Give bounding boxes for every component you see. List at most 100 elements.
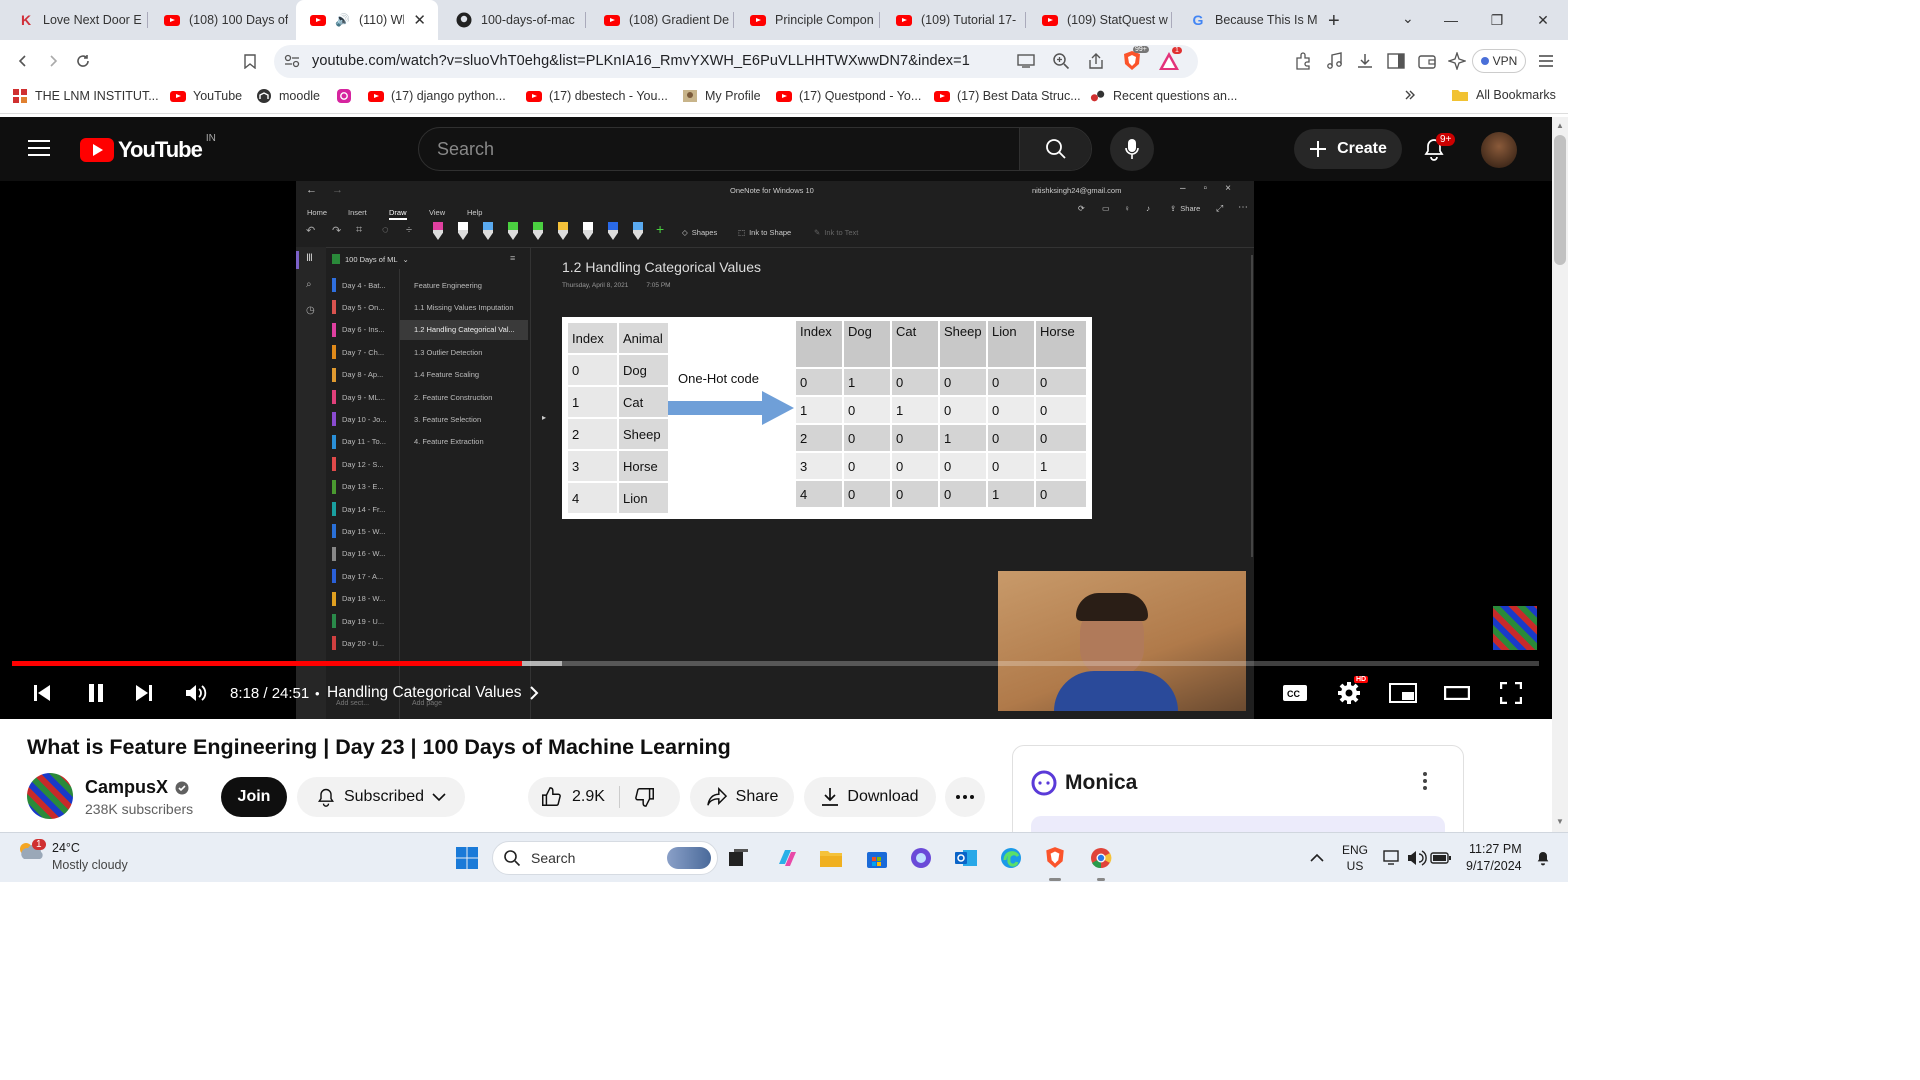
brave-taskbar-icon[interactable] — [1040, 843, 1070, 873]
bookmark-item[interactable]: (17) Questpond - Yo... — [776, 88, 921, 104]
browser-tab[interactable]: Principle Compon — [736, 0, 878, 40]
notifications-button[interactable]: 9+ — [1422, 133, 1456, 161]
browser-tab[interactable]: (109) Tutorial 17- — [882, 0, 1024, 40]
captions-button[interactable]: CC — [1280, 675, 1310, 711]
language-indicator[interactable]: ENG US — [1342, 843, 1368, 873]
more-actions-button[interactable] — [945, 777, 985, 817]
wallet-icon[interactable] — [1416, 50, 1438, 72]
channel-watermark[interactable] — [1493, 606, 1537, 650]
like-button[interactable]: 2.9K — [540, 786, 620, 808]
bookmark-item[interactable]: (17) dbestech - You... — [526, 88, 668, 104]
scroll-down-icon[interactable]: ▼ — [1556, 817, 1564, 826]
back-button[interactable] — [10, 49, 36, 73]
system-clock[interactable]: 11:27 PM 9/17/2024 — [1466, 842, 1522, 873]
browser-tab[interactable]: K Love Next Door E — [4, 0, 146, 40]
chapter-button[interactable]: Handling Categorical Values — [327, 675, 539, 711]
channel-avatar[interactable] — [27, 773, 73, 819]
share-page-icon[interactable] — [1087, 52, 1105, 70]
search-button[interactable] — [1019, 128, 1091, 170]
file-explorer-icon[interactable] — [816, 843, 846, 873]
brave-shields-icon[interactable]: 99+ — [1122, 46, 1149, 72]
bookmark-item[interactable]: Recent questions an... — [1090, 88, 1237, 104]
browser-tab[interactable]: 100-days-of-mac — [442, 0, 584, 40]
pause-button[interactable] — [82, 675, 110, 711]
channel-name-row[interactable]: CampusX — [85, 777, 189, 798]
omnibox[interactable]: youtube.com/watch?v=sluoVhT0ehg&list=PLK… — [274, 45, 1198, 78]
bookmark-item[interactable]: (17) Best Data Struc... — [934, 88, 1081, 104]
search-box[interactable]: Search — [418, 127, 1092, 171]
fullscreen-button[interactable] — [1496, 675, 1526, 711]
account-avatar[interactable] — [1481, 132, 1517, 168]
forward-button[interactable] — [40, 49, 66, 73]
minimize-button[interactable]: — — [1428, 0, 1474, 40]
youtube-logo[interactable]: YouTube IN — [80, 133, 216, 163]
theater-mode-button[interactable] — [1442, 675, 1472, 711]
search-input[interactable]: Search — [437, 139, 494, 160]
progress-bar[interactable] — [12, 661, 1539, 666]
next-button[interactable] — [130, 675, 158, 711]
brave-rewards-icon[interactable]: 1 — [1158, 47, 1182, 71]
downloads-icon[interactable] — [1354, 50, 1376, 72]
video-player[interactable]: ← → OneNote for Windows 10 nitishksingh2… — [0, 181, 1552, 719]
monica-menu-icon[interactable] — [1423, 772, 1427, 790]
bookmark-item[interactable]: (17) django python... — [368, 88, 506, 104]
music-icon[interactable] — [1324, 50, 1346, 72]
reload-button[interactable] — [70, 49, 96, 73]
voice-search-button[interactable] — [1110, 127, 1154, 171]
miniplayer-button[interactable] — [1388, 675, 1418, 711]
browser-tab[interactable]: 🔊 (110) Wha ✕ — [296, 0, 438, 40]
share-button[interactable]: Share — [690, 777, 794, 817]
start-button[interactable] — [452, 843, 482, 873]
scroll-up-icon[interactable]: ▲ — [1556, 121, 1564, 130]
show-hidden-icons[interactable] — [1302, 843, 1332, 873]
bookmark-page-button[interactable] — [237, 49, 263, 73]
subscribed-button[interactable]: Subscribed — [297, 777, 465, 817]
battery-icon[interactable] — [1426, 843, 1456, 873]
create-button[interactable]: Create — [1294, 129, 1402, 169]
bookmark-item[interactable]: My Profile — [682, 88, 761, 104]
menu-icon[interactable] — [1535, 50, 1557, 72]
notification-center-icon[interactable] — [1528, 843, 1558, 873]
browser-tab[interactable]: (108) 100 Days of — [150, 0, 292, 40]
previous-button[interactable] — [28, 675, 56, 711]
task-view-icon[interactable] — [724, 843, 754, 873]
sidebar-icon[interactable] — [1385, 50, 1407, 72]
settings-button[interactable]: HD — [1334, 675, 1369, 711]
copilot-app-icon[interactable] — [906, 843, 936, 873]
browser-tab[interactable]: (109) StatQuest w — [1028, 0, 1170, 40]
page-scrollbar[interactable]: ▲ ▼ — [1552, 117, 1568, 832]
site-settings-icon[interactable] — [284, 54, 300, 68]
scrollbar-thumb[interactable] — [1554, 135, 1566, 265]
outlook-icon[interactable] — [951, 843, 981, 873]
audio-playing-icon[interactable]: 🔊 — [335, 13, 350, 27]
zoom-icon[interactable] — [1052, 52, 1070, 70]
bookmark-item[interactable]: YouTube — [170, 88, 242, 104]
chrome-icon[interactable] — [1086, 843, 1116, 873]
tab-search-icon[interactable]: ⌄ — [1402, 10, 1414, 27]
restore-button[interactable]: ❐ — [1474, 0, 1520, 40]
close-window-button[interactable]: ✕ — [1520, 0, 1566, 40]
bookmark-item[interactable] — [336, 88, 352, 104]
leo-ai-icon[interactable] — [1446, 50, 1468, 72]
mute-button[interactable] — [182, 675, 210, 711]
new-tab-button[interactable]: + — [1328, 10, 1340, 33]
bookmark-item[interactable]: moodle — [256, 88, 320, 104]
browser-tab[interactable]: G Because This Is M — [1176, 0, 1318, 40]
download-button[interactable]: Download — [804, 777, 936, 817]
cast-icon[interactable] — [1017, 53, 1035, 69]
bookmarks-overflow-icon[interactable] — [1404, 89, 1416, 101]
vpn-button[interactable]: VPN — [1472, 49, 1526, 73]
dislike-button[interactable] — [620, 786, 656, 808]
url-text[interactable]: youtube.com/watch?v=sluoVhT0ehg&list=PLK… — [312, 53, 970, 69]
microsoft-store-icon[interactable] — [862, 843, 892, 873]
browser-tab[interactable]: (108) Gradient De — [590, 0, 732, 40]
taskbar-search[interactable]: Search — [492, 841, 718, 875]
hamburger-menu-icon[interactable] — [28, 139, 50, 157]
join-button[interactable]: Join — [221, 777, 287, 817]
extensions-icon[interactable] — [1292, 50, 1314, 72]
bookmark-item[interactable]: THE LNM INSTITUT... — [12, 88, 159, 104]
close-tab-icon[interactable]: ✕ — [413, 11, 426, 29]
edge-icon[interactable] — [996, 843, 1026, 873]
channel-name[interactable]: CampusX — [85, 777, 168, 798]
all-bookmarks-folder[interactable]: All Bookmarks — [1451, 88, 1556, 102]
